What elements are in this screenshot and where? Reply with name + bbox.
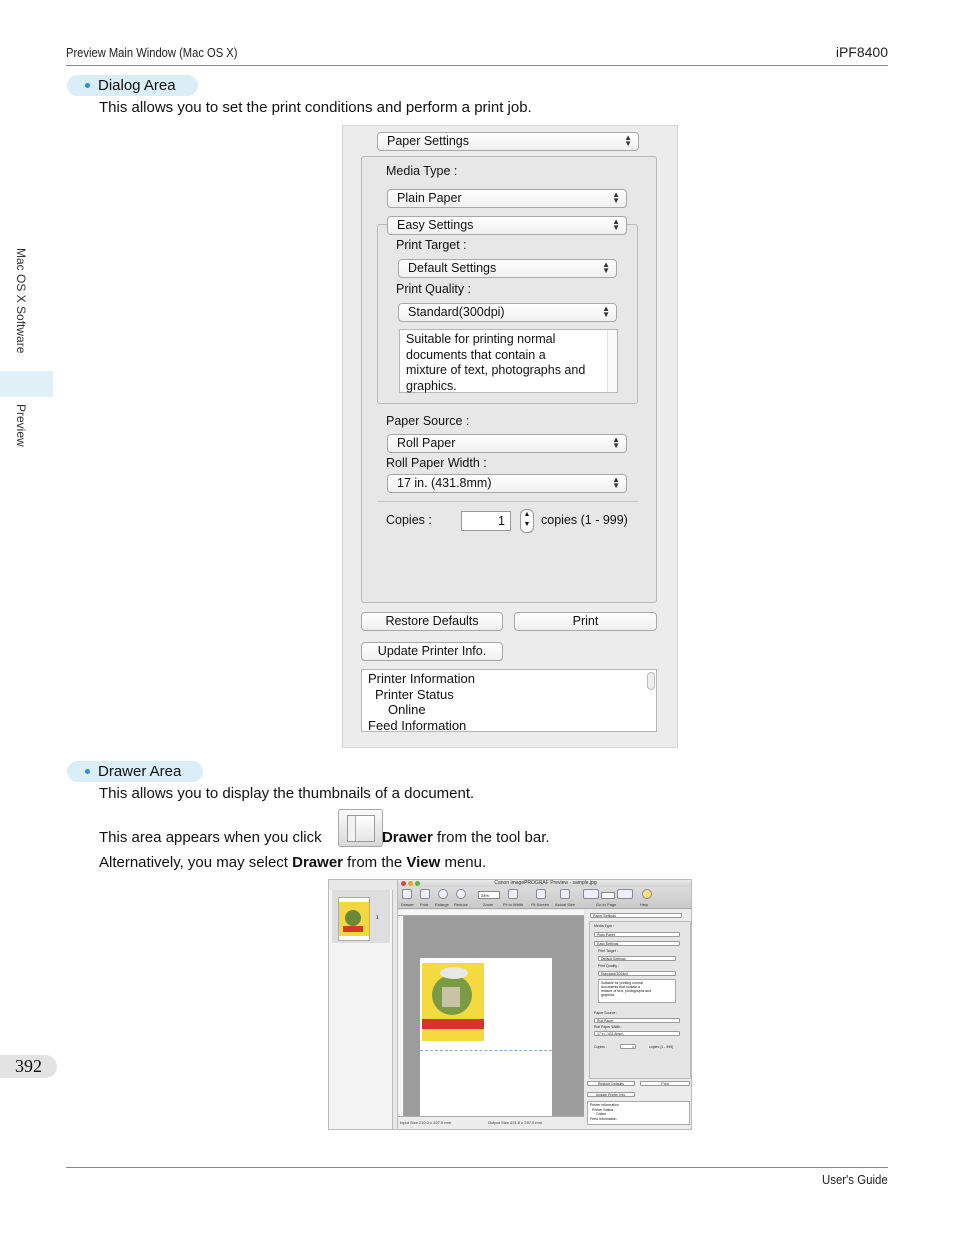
drawer-toolbar-icon [338,809,383,847]
media-type-select[interactable]: Plain Paper ▲ ▼ [387,189,627,208]
drawer-area-heading: Drawer Area [67,761,203,782]
roll-width-select[interactable]: 17 in. (431.8mm) ▲ ▼ [387,474,627,493]
scrollbar[interactable] [647,672,655,690]
update-printer-info-button[interactable]: Update Printer Info. [361,642,503,661]
close-icon[interactable] [401,881,406,886]
horizontal-ruler [398,910,584,916]
mini-roll-width[interactable]: 17 in. (431.8mm) [594,1031,680,1036]
minimize-icon[interactable] [408,881,413,886]
thumbnail-number: 1 [376,915,379,921]
fit-screen-icon[interactable] [536,889,546,899]
preview-main-window: Canon imagePROGRAF Preview - sample.jpg … [397,880,691,1129]
mini-paper-source[interactable]: Roll Paper [594,1018,680,1023]
preview-image [422,963,484,1041]
quality-description-box: Suitable for printing normal documents t… [399,329,618,393]
print-target-label: Print Target : [396,238,467,252]
print-target-select[interactable]: Default Settings ▲ ▼ [398,259,617,278]
media-type-label: Media Type : [386,164,458,178]
mini-restore-defaults[interactable]: Restore Defaults [587,1081,635,1086]
footer-rule [66,1167,888,1168]
print-button[interactable]: Print [514,612,657,631]
drawer-area-description: This allows you to display the thumbnail… [99,785,475,802]
drawer-view-line: Alternatively, you may select Drawer fro… [99,854,487,871]
mini-media-type[interactable]: Plain Paper [594,932,680,937]
restore-defaults-button[interactable]: Restore Defaults [361,612,503,631]
updown-arrow-icon: ▲ ▼ [612,217,620,232]
footer-guide: User's Guide [822,1172,888,1187]
reduce-icon[interactable] [456,889,466,899]
mini-easy-settings[interactable]: Easy Settings [594,941,680,946]
drawer-click-line: This area appears when you click Drawer … [99,829,550,846]
bullet-icon [85,769,90,774]
preview-canvas[interactable] [398,910,584,1129]
status-bar: Input Size 210.0 x 297.0 mm Output Size … [398,1116,584,1129]
prev-page-icon[interactable] [583,889,599,899]
copies-stepper[interactable]: ▲ ▼ [520,509,534,533]
sidebar-chapter: Mac OS X Software [14,248,28,354]
drawer-pane: 1 [329,890,393,1129]
fit-width-icon[interactable] [508,889,518,899]
paper-settings-select[interactable]: Paper Settings ▲ ▼ [377,132,639,151]
print-icon[interactable] [420,889,430,899]
page-number: 392 [0,1055,57,1078]
divider [377,501,638,502]
header-section-title: Preview Main Window (Mac OS X) [66,45,238,60]
header-model: iPF8400 [835,44,888,60]
mini-print-quality[interactable]: Standard(300dpi) [598,971,676,976]
header-rule [66,65,888,66]
mini-print[interactable]: Print [640,1081,690,1086]
actual-size-icon[interactable] [560,889,570,899]
paper-source-select[interactable]: Roll Paper ▲ ▼ [387,434,627,453]
print-settings-dialog: Paper Settings ▲ ▼ Media Type : Plain Pape… [342,125,678,748]
copies-input[interactable]: 1 [461,511,511,531]
help-icon[interactable] [642,889,652,899]
updown-arrow-icon: ▲ ▼ [602,304,610,319]
scrollbar[interactable] [607,330,617,392]
window-titlebar: Canon imagePROGRAF Preview - sample.jpg [398,880,691,887]
next-page-icon[interactable] [617,889,633,899]
dialog-area-description: This allows you to set the print conditi… [99,99,532,116]
updown-arrow-icon: ▲ ▼ [612,190,620,205]
toolbar: 28% Drawer Print Enlarge Reduce Zoom Fit… [398,887,691,909]
paper-source-label: Paper Source : [386,414,470,428]
print-quality-label: Print Quality : [396,282,472,296]
dialog-area-heading: Dialog Area [67,75,198,96]
mini-printer-info: Printer Information Printer Status Onlin… [587,1101,690,1125]
mini-paper-settings[interactable]: Paper Settings [590,913,682,918]
zoom-icon[interactable] [415,881,420,886]
page-field[interactable] [601,892,615,899]
mini-copies[interactable]: 1 [620,1044,636,1049]
easy-settings-select[interactable]: Easy Settings ▲ ▼ [387,216,627,235]
preview-page [420,958,552,1129]
copies-range: copies (1 - 999) [541,513,628,527]
updown-arrow-icon: ▲ ▼ [624,133,632,148]
updown-arrow-icon: ▲ ▼ [612,475,620,490]
sidebar-sub: Preview [14,404,28,447]
enlarge-icon[interactable] [438,889,448,899]
updown-arrow-icon: ▲ ▼ [602,260,610,275]
roll-width-label: Roll Paper Width : [386,456,487,470]
drawer-icon[interactable] [402,889,412,899]
vertical-ruler [398,916,404,1116]
printer-info-list: Printer Information Printer Status Onlin… [361,669,657,732]
updown-arrow-icon: ▲ ▼ [612,435,620,450]
mini-update-info[interactable]: Update Printer Info. [587,1092,635,1097]
copies-label: Copies : [386,513,432,527]
mini-quality-description: Suitable for printing normal documents t… [598,979,676,1003]
mini-print-target[interactable]: Default Settings [598,956,676,961]
page-thumbnail[interactable] [338,897,370,941]
page-break-line [420,1050,552,1051]
zoom-select[interactable]: 28% [478,891,500,899]
print-quality-select[interactable]: Standard(300dpi) ▲ ▼ [398,303,617,322]
sidebar-tab-marker [0,371,53,397]
preview-window-screenshot: 1 Canon imagePROGRAF Preview - sample.jp… [328,879,692,1130]
bullet-icon [85,83,90,88]
mini-dialog-panel: Paper Settings Media Type : Plain Paper … [586,910,691,1129]
